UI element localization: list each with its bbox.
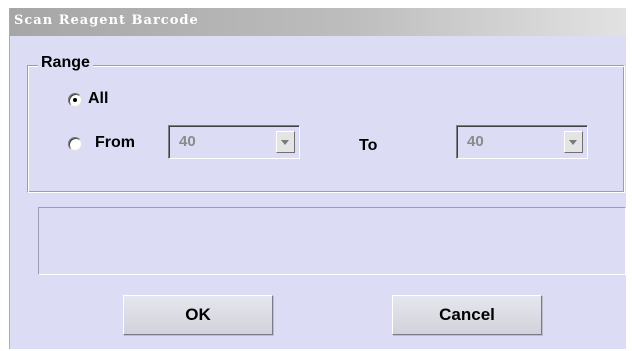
- scan-reagent-barcode-dialog: Scan Reagent Barcode Range All From 40 T…: [9, 8, 626, 349]
- chevron-down-icon: [569, 140, 577, 145]
- range-legend: Range: [38, 54, 93, 72]
- to-dropdown-button[interactable]: [564, 131, 583, 153]
- radio-all-dot: [73, 98, 77, 102]
- from-value: 40: [179, 133, 196, 150]
- cancel-button[interactable]: Cancel: [392, 295, 542, 335]
- from-dropdown-button[interactable]: [276, 131, 295, 153]
- ok-button[interactable]: OK: [123, 295, 273, 335]
- status-box: [38, 207, 626, 275]
- radio-from[interactable]: [68, 137, 82, 151]
- dialog-title: Scan Reagent Barcode: [14, 13, 199, 28]
- title-bar[interactable]: Scan Reagent Barcode: [10, 8, 626, 36]
- to-value: 40: [467, 133, 484, 150]
- to-combobox[interactable]: 40: [456, 125, 588, 159]
- radio-all[interactable]: [68, 93, 82, 107]
- to-label: To: [359, 137, 378, 154]
- radio-all-label[interactable]: All: [88, 90, 108, 108]
- radio-from-label[interactable]: From: [95, 134, 135, 152]
- from-combobox[interactable]: 40: [168, 125, 300, 159]
- chevron-down-icon: [281, 140, 289, 145]
